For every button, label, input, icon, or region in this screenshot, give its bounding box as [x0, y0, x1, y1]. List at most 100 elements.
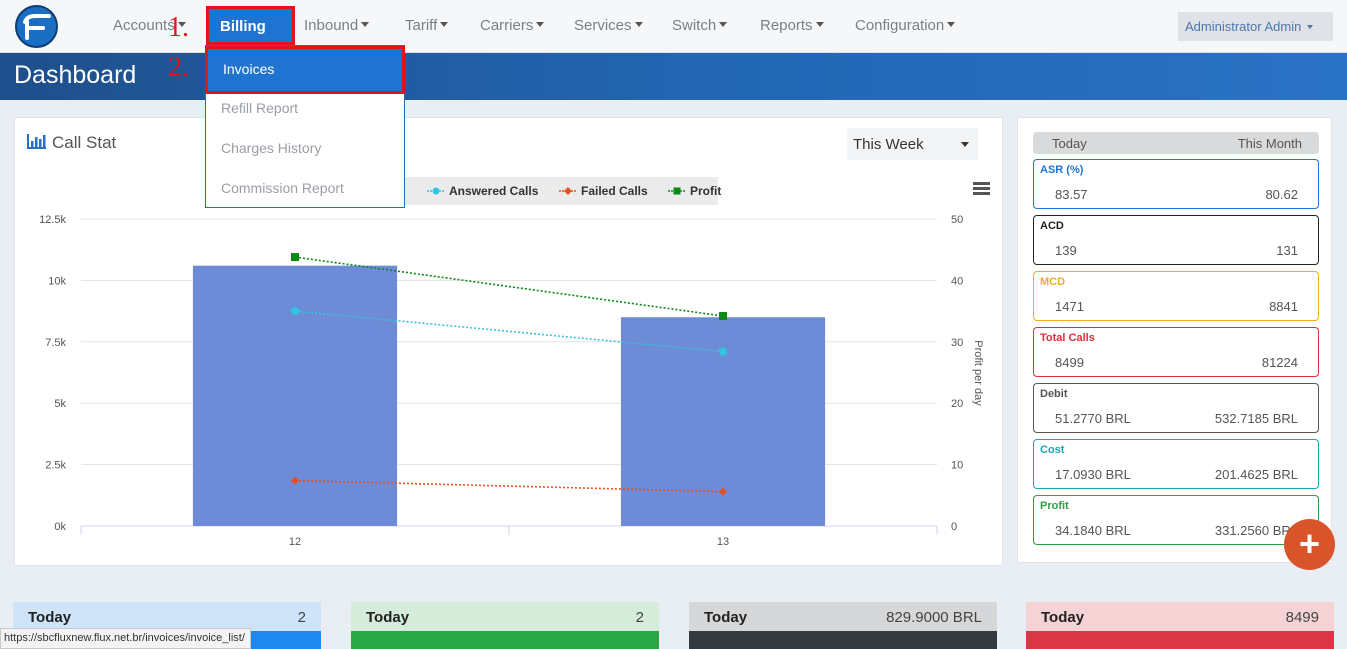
today-card-body [351, 631, 659, 649]
stat-card-acd: ACD 139 131 [1033, 215, 1319, 265]
stat-label: Total Calls [1040, 332, 1095, 344]
y-right-axis-label: Profit per day [972, 340, 984, 406]
nav-carriers[interactable]: Carriers [480, 17, 545, 34]
legend-answered-calls[interactable]: Answered Calls [449, 184, 538, 198]
today-card-2: Today 2 [351, 602, 659, 649]
menu-item-refill-report[interactable]: Refill Report [221, 100, 298, 116]
call-stat-panel: Call Stat This Week 0k 2.5k 5k 7.5k 10k 12.5k… [14, 117, 1003, 566]
y-left-tick-label: 5k [54, 398, 66, 410]
y-left-tick-label: 10k [48, 275, 66, 287]
nav-inbound-label: Inbound [304, 17, 359, 34]
today-card-value: 2 [297, 609, 306, 626]
today-card-label: Today [1041, 609, 1085, 626]
nav-tariff[interactable]: Tariff [405, 17, 449, 34]
today-card-header: Today 2 [13, 602, 321, 631]
stat-today-value: 34.1840 BRL [1055, 523, 1131, 538]
stat-today-value: 1471 [1055, 299, 1084, 314]
legend-failed-calls[interactable]: Failed Calls [581, 184, 648, 198]
chevron-down-icon [1307, 25, 1314, 29]
chevron-down-icon [536, 22, 545, 27]
page-title: Dashboard [14, 61, 137, 89]
chart-legend: Answered Calls Failed Calls Profit [405, 177, 721, 205]
nav-configuration-label: Configuration [855, 17, 945, 34]
y-right-tick-label: 40 [951, 275, 963, 287]
annotation-step-2: 2. [168, 52, 189, 83]
stat-label: MCD [1040, 276, 1066, 288]
chart-menu-icon[interactable] [973, 182, 990, 197]
legend-profit-marker [668, 187, 686, 195]
stat-today-value: 8499 [1055, 355, 1084, 370]
today-card-4: Today 8499 [1026, 602, 1334, 649]
today-card-label: Today [366, 609, 410, 626]
user-name: Administrator Admin [1185, 19, 1302, 34]
today-card-header: Today 829.9000 BRL [689, 602, 997, 631]
nav-billing[interactable]: Billing [206, 6, 295, 45]
nav-billing-label: Billing [220, 18, 266, 35]
y-right-tick-label: 10 [951, 460, 963, 472]
nav-accounts-label: Accounts [113, 17, 175, 34]
today-card-value: 829.9000 BRL [886, 609, 982, 626]
y-right-tick-label: 20 [951, 398, 963, 410]
answered-calls-point [291, 307, 299, 316]
annotation-step-1: 1. [168, 12, 189, 43]
nav-inbound[interactable]: Inbound [304, 17, 370, 34]
y-right-tick-label: 50 [951, 214, 963, 226]
stats-header: Today This Month [1033, 132, 1319, 154]
stat-card-asr: ASR (%) 83.57 80.62 [1033, 159, 1319, 209]
nav-configuration[interactable]: Configuration [855, 17, 956, 34]
stat-month-value: 131 [1276, 243, 1298, 258]
stat-card-debit: Debit 51.2770 BRL 532.7185 BRL [1033, 383, 1319, 433]
chevron-down-icon [815, 22, 824, 27]
stat-card-mcd: MCD 1471 8841 [1033, 271, 1319, 321]
y-left-tick-label: 12.5k [39, 214, 66, 226]
nav-reports[interactable]: Reports [760, 17, 824, 34]
stat-today-value: 17.0930 BRL [1055, 467, 1131, 482]
x-tick-label: 12 [289, 536, 301, 548]
x-tick-label: 13 [717, 536, 729, 548]
nav-carriers-label: Carriers [480, 17, 534, 34]
stat-today-value: 139 [1055, 243, 1077, 258]
stat-card-cost: Cost 17.0930 BRL 201.4625 BRL [1033, 439, 1319, 489]
user-menu-button[interactable]: Administrator Admin [1178, 12, 1333, 41]
stat-label: Cost [1040, 444, 1065, 456]
stat-label: ACD [1040, 220, 1064, 232]
add-button[interactable]: + [1284, 519, 1335, 570]
nav-switch[interactable]: Switch [672, 17, 728, 34]
stat-month-value: 532.7185 BRL [1214, 411, 1298, 426]
chevron-down-icon [947, 22, 956, 27]
menu-item-charges-history[interactable]: Charges History [221, 140, 321, 156]
stats-header-month: This Month [1237, 136, 1302, 151]
nav-reports-label: Reports [760, 17, 813, 34]
nav-services-label: Services [574, 17, 632, 34]
flux-logo[interactable] [15, 5, 58, 48]
nav-tariff-label: Tariff [405, 17, 438, 34]
chevron-down-icon [440, 22, 449, 27]
stat-month-value: 201.4625 BRL [1214, 467, 1298, 482]
today-card-header: Today 8499 [1026, 602, 1334, 631]
y-left-tick-label: 7.5k [45, 337, 66, 349]
stat-label: ASR (%) [1040, 164, 1084, 176]
nav-services[interactable]: Services [574, 17, 643, 34]
y-left-tick-label: 2.5k [45, 460, 66, 472]
stat-month-value: 81224 [1261, 355, 1298, 370]
today-card-label: Today [704, 609, 748, 626]
y-left-tick-label: 0k [54, 521, 66, 533]
chevron-down-icon [634, 22, 643, 27]
status-bar-url: https://sbcfluxnew.flux.net.br/invoices/… [0, 628, 251, 649]
y-right-tick-label: 0 [951, 521, 957, 533]
legend-answered-marker [427, 187, 445, 195]
menu-item-invoices[interactable]: Invoices [205, 46, 405, 94]
y-right-tick-label: 30 [951, 337, 963, 349]
stat-today-value: 51.2770 BRL [1055, 411, 1131, 426]
menu-item-commission-report[interactable]: Commission Report [221, 180, 344, 196]
billing-dropdown-menu: Invoices Refill Report Charges History C… [205, 45, 405, 208]
legend-profit[interactable]: Profit [690, 184, 721, 198]
stat-card-total-calls: Total Calls 8499 81224 [1033, 327, 1319, 377]
profit-point [719, 312, 727, 321]
stat-month-value: 8841 [1269, 299, 1298, 314]
stat-label: Profit [1040, 500, 1069, 512]
calls-bar [192, 265, 398, 526]
today-card-value: 8499 [1285, 609, 1319, 626]
chevron-down-icon [719, 22, 728, 27]
top-navbar: Accounts Billing Inbound Tariff Carriers… [0, 0, 1347, 53]
